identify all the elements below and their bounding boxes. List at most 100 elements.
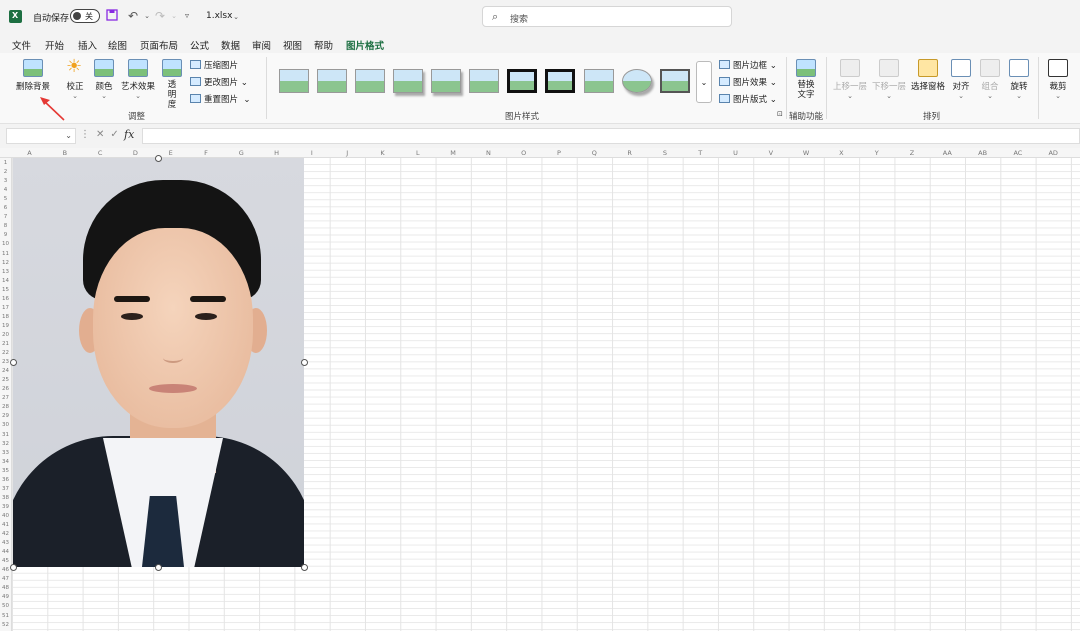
tab-insert[interactable]: 插入 xyxy=(78,38,97,52)
selection-pane-button[interactable]: 选择窗格 xyxy=(910,59,946,92)
row-header-37[interactable]: 37 xyxy=(0,486,11,492)
column-header-I[interactable]: I xyxy=(294,149,329,157)
column-header-AC[interactable]: AC xyxy=(1000,149,1035,157)
column-header-K[interactable]: K xyxy=(365,149,400,157)
row-header-50[interactable]: 50 xyxy=(0,603,11,609)
picture-style-4[interactable] xyxy=(393,69,423,93)
name-box[interactable]: ⌄ xyxy=(6,128,76,144)
redo-icon[interactable]: ↷ xyxy=(153,9,167,23)
row-header-41[interactable]: 41 xyxy=(0,522,11,528)
redo-dropdown-icon[interactable]: ⌄ xyxy=(167,9,181,23)
row-header-31[interactable]: 31 xyxy=(0,432,11,438)
remove-background-button[interactable]: 删除背景 xyxy=(14,59,52,92)
row-header-28[interactable]: 28 xyxy=(0,404,11,410)
column-header-A[interactable]: A xyxy=(12,149,47,157)
row-header-20[interactable]: 20 xyxy=(0,332,11,338)
column-header-AD[interactable]: AD xyxy=(1036,149,1071,157)
column-header-Y[interactable]: Y xyxy=(859,149,894,157)
reset-picture-button[interactable]: 重置图片 ⌄ xyxy=(190,93,251,105)
row-header-4[interactable]: 4 xyxy=(0,187,11,193)
tab-data[interactable]: 数据 xyxy=(221,38,240,52)
row-header-10[interactable]: 10 xyxy=(0,241,11,247)
column-header-O[interactable]: O xyxy=(506,149,541,157)
row-header-5[interactable]: 5 xyxy=(0,196,11,202)
row-header-35[interactable]: 35 xyxy=(0,468,11,474)
row-header-49[interactable]: 49 xyxy=(0,594,11,600)
column-header-B[interactable]: B xyxy=(47,149,82,157)
undo-dropdown-icon[interactable]: ⌄ xyxy=(140,9,154,23)
row-header-36[interactable]: 36 xyxy=(0,477,11,483)
column-header-S[interactable]: S xyxy=(647,149,682,157)
compress-pictures-button[interactable]: 压缩图片 xyxy=(190,59,238,71)
row-header-22[interactable]: 22 xyxy=(0,350,11,356)
column-header-Q[interactable]: Q xyxy=(577,149,612,157)
row-header-42[interactable]: 42 xyxy=(0,531,11,537)
alt-text-button[interactable]: 替换文字 xyxy=(793,59,819,100)
row-header-1[interactable]: 1 xyxy=(0,160,11,166)
row-header-48[interactable]: 48 xyxy=(0,585,11,591)
tab-view[interactable]: 视图 xyxy=(283,38,302,52)
picture-effects-button[interactable]: 图片效果 ⌄ xyxy=(719,76,777,88)
column-header-C[interactable]: C xyxy=(83,149,118,157)
tab-file[interactable]: 文件 xyxy=(12,38,31,52)
picture-style-10[interactable] xyxy=(622,69,652,93)
picture-style-9[interactable] xyxy=(584,69,614,93)
row-header-14[interactable]: 14 xyxy=(0,278,11,284)
rotate-button[interactable]: 旋转 ⌄ xyxy=(1008,59,1030,100)
row-header-29[interactable]: 29 xyxy=(0,413,11,419)
row-header-39[interactable]: 39 xyxy=(0,504,11,510)
transparency-button[interactable]: 透明度 xyxy=(160,59,184,110)
resize-handle-left[interactable] xyxy=(10,359,17,366)
row-header-44[interactable]: 44 xyxy=(0,549,11,555)
row-header-51[interactable]: 51 xyxy=(0,613,11,619)
picture-layout-button[interactable]: 图片版式 ⌄ xyxy=(719,93,777,105)
change-picture-button[interactable]: 更改图片 ⌄ xyxy=(190,76,248,88)
save-icon[interactable] xyxy=(105,9,119,23)
column-header-G[interactable]: G xyxy=(224,149,259,157)
row-header-26[interactable]: 26 xyxy=(0,386,11,392)
send-backward-button[interactable]: 下移一层 ⌄ xyxy=(871,59,907,100)
corrections-button[interactable]: 校正 ⌄ xyxy=(62,56,88,100)
search-box[interactable]: ⌕ 搜索 xyxy=(482,6,732,27)
customize-toolbar-icon[interactable]: ▿ xyxy=(180,9,194,23)
picture-style-7[interactable] xyxy=(507,69,537,93)
resize-handle-right[interactable] xyxy=(301,359,308,366)
tab-draw[interactable]: 绘图 xyxy=(108,38,127,52)
resize-handle-bottom[interactable] xyxy=(155,564,162,571)
crop-button[interactable]: 裁剪 ⌄ xyxy=(1046,59,1070,100)
tab-formulas[interactable]: 公式 xyxy=(190,38,209,52)
picture-style-5[interactable] xyxy=(431,69,461,93)
resize-handle-top[interactable] xyxy=(155,155,162,162)
row-header-52[interactable]: 52 xyxy=(0,622,11,628)
picture-style-2[interactable] xyxy=(317,69,347,93)
column-header-X[interactable]: X xyxy=(824,149,859,157)
row-header-34[interactable]: 34 xyxy=(0,459,11,465)
tab-picture-format[interactable]: 图片格式 xyxy=(346,38,385,56)
gallery-more-button[interactable]: ⌄ xyxy=(696,61,712,103)
row-header-43[interactable]: 43 xyxy=(0,540,11,546)
row-header-12[interactable]: 12 xyxy=(0,260,11,266)
column-header-J[interactable]: J xyxy=(330,149,365,157)
resize-handle-bottom-left[interactable] xyxy=(10,564,17,571)
row-header-9[interactable]: 9 xyxy=(0,232,11,238)
row-header-25[interactable]: 25 xyxy=(0,377,11,383)
undo-icon[interactable]: ↶ xyxy=(126,9,140,23)
tab-home[interactable]: 开始 xyxy=(45,38,64,52)
row-header-38[interactable]: 38 xyxy=(0,495,11,501)
tab-help[interactable]: 帮助 xyxy=(314,38,333,52)
picture-style-1[interactable] xyxy=(279,69,309,93)
column-header-AB[interactable]: AB xyxy=(965,149,1000,157)
column-header-N[interactable]: N xyxy=(471,149,506,157)
tab-page-layout[interactable]: 页面布局 xyxy=(140,38,178,52)
autosave-toggle[interactable]: 关 xyxy=(70,9,100,23)
column-header-W[interactable]: W xyxy=(789,149,824,157)
row-header-3[interactable]: 3 xyxy=(0,178,11,184)
group-button[interactable]: 组合 ⌄ xyxy=(979,59,1001,100)
column-header-R[interactable]: R xyxy=(612,149,647,157)
row-header-32[interactable]: 32 xyxy=(0,441,11,447)
row-header-30[interactable]: 30 xyxy=(0,422,11,428)
bring-forward-button[interactable]: 上移一层 ⌄ xyxy=(832,59,868,100)
formula-input[interactable] xyxy=(142,128,1080,144)
column-header-U[interactable]: U xyxy=(718,149,753,157)
row-header-16[interactable]: 16 xyxy=(0,296,11,302)
